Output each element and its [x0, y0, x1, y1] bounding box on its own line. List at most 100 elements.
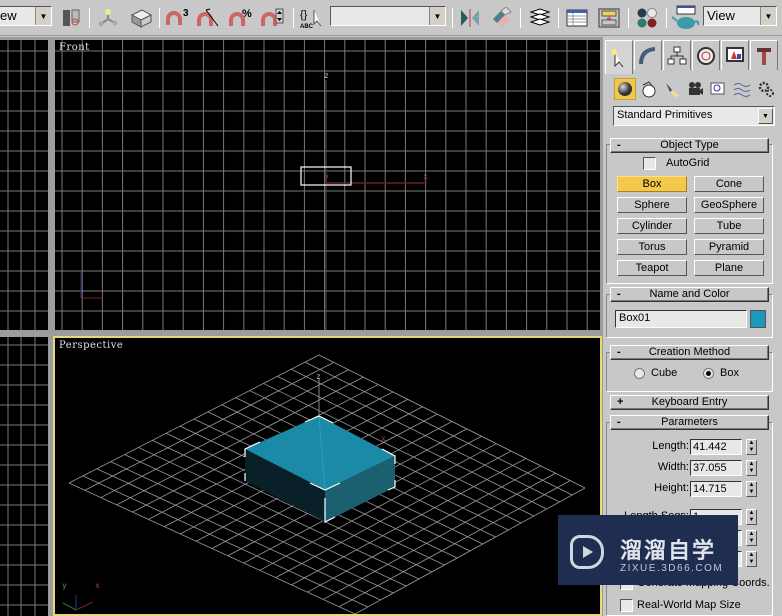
chevron-down-icon: ▼ [758, 108, 773, 124]
length-spinner[interactable]: ▲ ▼ [746, 439, 757, 455]
selection-filter-dropdown[interactable]: ew ▼ [0, 6, 52, 26]
svg-text:ABC: ABC [300, 24, 314, 30]
top-viewport-grid [0, 40, 48, 330]
box-button[interactable]: Box [617, 176, 687, 192]
width-segs-spinner[interactable]: ▲ ▼ [746, 530, 757, 546]
perspective-viewport[interactable]: Perspective z x y x [53, 336, 602, 616]
front-viewport-label[interactable]: Front [59, 42, 90, 53]
toolbar-separator [666, 8, 667, 28]
svg-text:%: % [242, 8, 252, 20]
toolbar-separator [558, 8, 559, 28]
name-and-color-title: Name and Color [649, 288, 730, 300]
systems-icon[interactable] [755, 78, 777, 100]
grid-line [354, 487, 586, 614]
percent-snap-icon[interactable]: % [228, 6, 254, 30]
chevron-down-icon: ▼ [35, 7, 51, 25]
creation-method-rollout-header[interactable]: - Creation Method [610, 345, 769, 360]
real-world-map-size-label: Real-World Map Size [637, 599, 741, 611]
perspective-viewport-label[interactable]: Perspective [59, 340, 123, 351]
layer-manager-icon[interactable] [527, 6, 553, 30]
schematic-view-icon[interactable] [596, 6, 622, 30]
torus-button[interactable]: Torus [617, 239, 687, 255]
width-input[interactable]: 37.055 [690, 460, 742, 476]
tube-button[interactable]: Tube [694, 218, 764, 234]
shapes-icon[interactable] [638, 78, 660, 100]
align-icon[interactable] [58, 6, 84, 30]
top-viewport[interactable] [0, 40, 48, 330]
tab-hierarchy[interactable] [663, 40, 691, 70]
cone-button[interactable]: Cone [694, 176, 764, 192]
tab-motion[interactable] [692, 40, 720, 70]
watermark-subtitle: ZIXUE.3D66.COM [620, 563, 724, 574]
left-viewport[interactable] [0, 337, 48, 616]
box-radio[interactable] [703, 368, 714, 379]
cylinder-button[interactable]: Cylinder [617, 218, 687, 234]
object-category-dropdown[interactable]: Standard Primitives ▼ [613, 106, 775, 126]
object-color-swatch[interactable] [750, 310, 766, 328]
reference-coordinate-value: View [707, 8, 735, 23]
toolbar-separator [293, 8, 294, 28]
keyboard-entry-rollout-header[interactable]: + Keyboard Entry [610, 395, 769, 410]
command-panel-tabs [605, 40, 779, 74]
pyramid-button[interactable]: Pyramid [694, 239, 764, 255]
width-label: Width: [657, 461, 689, 473]
object-name-input[interactable]: Box01 [615, 310, 747, 328]
width-spinner[interactable]: ▲ ▼ [746, 460, 757, 476]
geometry-icon[interactable] [614, 78, 636, 100]
front-viewport-grid [55, 40, 600, 330]
tab-create[interactable] [605, 40, 633, 74]
geosphere-button[interactable]: GeoSphere [694, 197, 764, 213]
bind-space-warp-icon[interactable] [128, 6, 154, 30]
svg-text:3: 3 [183, 8, 189, 19]
sphere-button[interactable]: Sphere [617, 197, 687, 213]
toolbar-separator [452, 8, 453, 28]
viewports-area: Front z y x Perspective z x y x [0, 37, 603, 616]
watermark-overlay: 溜溜自学 ZIXUE.3D66.COM [558, 515, 738, 585]
object-type-rollout-header[interactable]: - Object Type [610, 138, 769, 153]
lights-icon[interactable] [661, 78, 683, 100]
height-segs-spinner[interactable]: ▲ ▼ [746, 551, 757, 567]
modify-icon [639, 46, 656, 64]
front-viewport[interactable]: Front z y x [55, 40, 600, 330]
height-spinner[interactable]: ▲ ▼ [746, 481, 757, 497]
reference-coordinate-dropdown[interactable]: View ▼ [703, 6, 777, 26]
autogrid-checkbox[interactable] [643, 157, 656, 170]
render-scene-icon[interactable] [670, 5, 702, 30]
collapse-sign: - [617, 139, 621, 151]
teapot-button[interactable]: Teapot [617, 260, 687, 276]
space-warps-icon[interactable] [731, 78, 753, 100]
tab-display[interactable] [721, 40, 749, 70]
toolbar-separator [89, 8, 90, 28]
curve-editor-icon[interactable] [564, 6, 590, 30]
parameters-rollout-header[interactable]: - Parameters [610, 415, 769, 430]
spinner-snap-icon[interactable] [260, 6, 286, 30]
mirror-icon[interactable] [457, 6, 483, 30]
length-input[interactable]: 41.442 [690, 439, 742, 455]
angle-snap-icon[interactable] [196, 6, 222, 30]
cube-radio[interactable] [634, 368, 645, 379]
main-toolbar: ew ▼ 3 % {} ABC ▼ View ▼ [0, 0, 782, 36]
tab-modify[interactable] [634, 40, 662, 70]
play-logo-icon [570, 535, 604, 569]
motion-icon [697, 46, 715, 65]
named-selection-sets-dropdown[interactable]: ▼ [330, 6, 446, 26]
cameras-icon[interactable] [684, 78, 706, 100]
material-editor-icon[interactable] [634, 6, 660, 30]
tab-utilities[interactable] [750, 40, 778, 70]
collapse-sign: - [617, 346, 621, 358]
select-and-link-icon[interactable] [95, 6, 121, 30]
front-axis-x-label: x [423, 172, 428, 181]
height-input[interactable]: 14.715 [690, 481, 742, 497]
toolbar-separator [159, 8, 160, 28]
align-tool-icon[interactable] [489, 6, 515, 30]
persp-world-axis-tripod [62, 595, 94, 611]
box-radio-label: Box [720, 367, 739, 379]
edit-named-selections-icon[interactable]: {} ABC [298, 6, 324, 30]
collapse-sign: - [617, 288, 621, 300]
length-segs-spinner[interactable]: ▲ ▼ [746, 509, 757, 525]
real-world-map-size-checkbox[interactable] [620, 599, 633, 612]
plane-button[interactable]: Plane [694, 260, 764, 276]
snaps-toggle-icon[interactable]: 3 [164, 6, 194, 30]
helpers-icon[interactable] [707, 78, 729, 100]
name-and-color-rollout-header[interactable]: - Name and Color [610, 287, 769, 302]
